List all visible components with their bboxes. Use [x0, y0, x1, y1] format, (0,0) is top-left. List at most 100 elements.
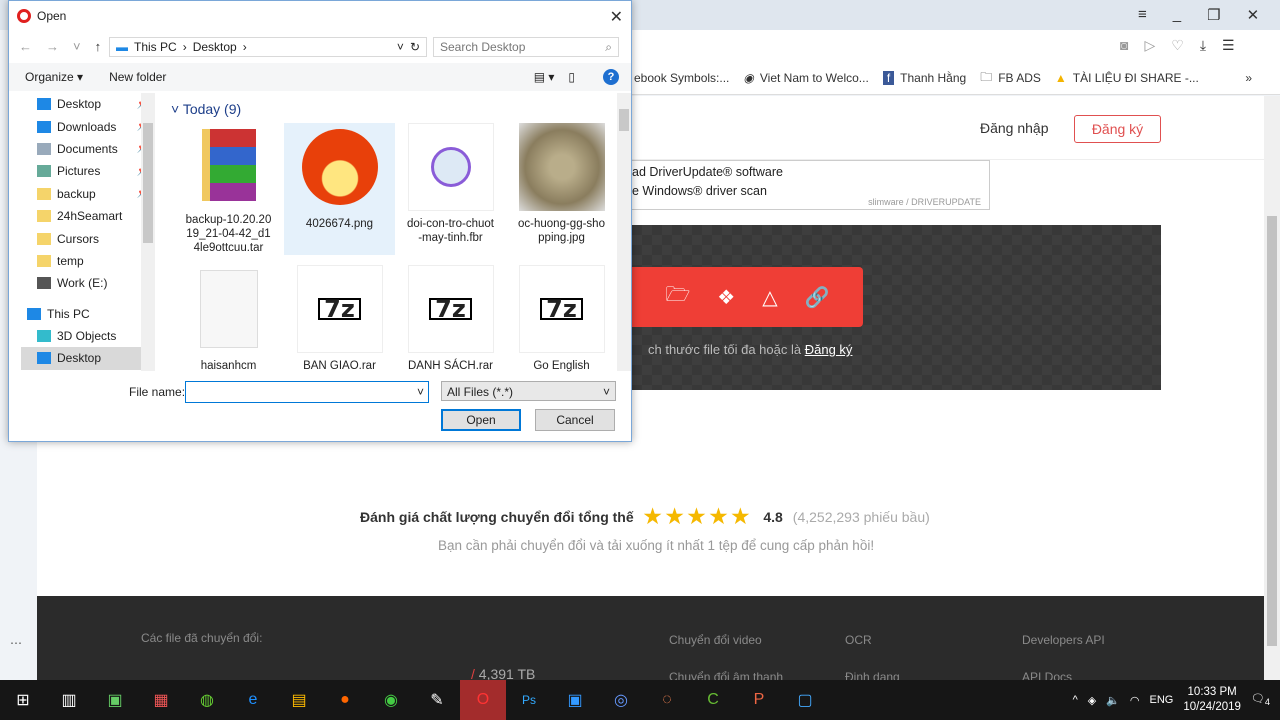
file-item[interactable]: backup-10.20.2019_21-04-42_d14le9ottcuu.…: [173, 123, 284, 255]
footer-link[interactable]: OCR: [845, 633, 872, 647]
wifi-icon[interactable]: ◠: [1130, 694, 1140, 707]
signup-button[interactable]: Đăng ký: [1074, 115, 1161, 143]
opera-icon[interactable]: O: [460, 680, 506, 720]
page-scrollbar[interactable]: [1264, 96, 1280, 680]
new-folder-button[interactable]: New folder: [109, 70, 166, 84]
camtasia-icon[interactable]: C: [690, 680, 736, 720]
file-item[interactable]: 7z Go English: [506, 265, 617, 373]
clock[interactable]: 10:33 PM 10/24/2019: [1183, 685, 1241, 715]
app-icon[interactable]: ▣: [92, 680, 138, 720]
file-scrollbar[interactable]: [617, 93, 631, 371]
volume-icon[interactable]: 🔈: [1106, 694, 1120, 707]
chevron-down-icon[interactable]: ˅: [397, 40, 404, 54]
more-icon[interactable]: ⋯: [10, 636, 22, 650]
file-item[interactable]: 4026674.png: [284, 123, 395, 255]
file-item[interactable]: 7z BAN GIAO.rar: [284, 265, 395, 373]
more-bookmarks[interactable]: »: [1245, 71, 1252, 85]
firefox-icon[interactable]: ●: [322, 680, 368, 720]
file-item[interactable]: 7z DANH SÁCH.rar: [395, 265, 506, 373]
send-icon[interactable]: ▷: [1144, 37, 1155, 54]
language[interactable]: ENG: [1150, 694, 1174, 706]
file-item[interactable]: doi-con-tro-chuot-may-tinh.fbr: [395, 123, 506, 255]
menu-icon[interactable]: ≡: [1138, 6, 1147, 24]
google-drive-icon[interactable]: △: [762, 285, 777, 310]
powerpoint-icon[interactable]: P: [736, 680, 782, 720]
open-button[interactable]: Open: [441, 409, 521, 431]
app-icon[interactable]: ▦: [138, 680, 184, 720]
task-view-icon[interactable]: ▥: [46, 680, 92, 720]
network-icon[interactable]: ◈: [1088, 694, 1096, 707]
cancel-button[interactable]: Cancel: [535, 409, 615, 431]
app-icon[interactable]: ▤: [276, 680, 322, 720]
footer-link[interactable]: Chuyển đổi video: [669, 633, 762, 647]
sidebar-item[interactable]: Pictures📌: [21, 160, 153, 182]
link-icon[interactable]: 🔗: [805, 285, 830, 310]
bookmark[interactable]: ebook Symbols:...: [634, 71, 729, 85]
settings-icon[interactable]: ☰: [1222, 37, 1235, 54]
bookmark[interactable]: f Thanh Hằng: [882, 71, 966, 85]
footer-link[interactable]: Developers API: [1022, 633, 1105, 647]
chevron-down-icon[interactable]: ˅: [73, 39, 81, 54]
edge-icon[interactable]: e: [230, 680, 276, 720]
file-type-select[interactable]: All Files (*.*) ˅: [441, 381, 616, 401]
sidebar-item[interactable]: Desktop: [21, 347, 153, 370]
sidebar-item[interactable]: Work (E:): [21, 272, 153, 294]
folder-search-icon[interactable]: 🗁: [665, 280, 690, 314]
back-icon[interactable]: ←: [19, 39, 32, 54]
view-icon[interactable]: ▤ ▾: [534, 70, 555, 84]
sidebar-item[interactable]: Cursors: [21, 227, 153, 249]
address-bar[interactable]: ▬ This PC › Desktop › ˅ ↻: [109, 37, 427, 57]
devil-image-thumbnail: [297, 123, 383, 211]
bookmark[interactable]: ◉ Viet Nam to Welco...: [743, 71, 868, 85]
close-icon[interactable]: ✕: [610, 7, 623, 27]
bookmark[interactable]: ▲ TÀI LIỆU ĐI SHARE -...: [1055, 71, 1199, 85]
star-rating[interactable]: ★★★★★: [644, 504, 754, 529]
upload-source-button[interactable]: 🗁 ❖ △ 🔗: [632, 267, 863, 327]
sidebar-item[interactable]: temp: [21, 250, 153, 272]
coccoc-icon[interactable]: ◍: [184, 680, 230, 720]
app-icon[interactable]: ▣: [552, 680, 598, 720]
photoshop-icon[interactable]: Ps: [506, 680, 552, 720]
login-link[interactable]: Đăng nhập: [980, 120, 1049, 136]
preview-pane-icon[interactable]: ▯: [568, 70, 575, 84]
heart-icon[interactable]: ♡: [1171, 37, 1184, 54]
sidebar-item[interactable]: Documents📌: [21, 138, 153, 160]
chevron-down-icon[interactable]: ˅: [417, 382, 424, 402]
notification-icon[interactable]: 🗨4: [1251, 692, 1270, 707]
file-name-input[interactable]: ˅: [185, 381, 429, 403]
ad-banner[interactable]: ad DriverUpdate® software e Windows® dri…: [632, 160, 990, 210]
up-icon[interactable]: ↑: [95, 39, 102, 54]
app-icon[interactable]: ▢: [782, 680, 828, 720]
app-icon[interactable]: ✎: [414, 680, 460, 720]
refresh-icon[interactable]: ↻: [410, 40, 426, 54]
sidebar-item[interactable]: Downloads📌: [21, 115, 153, 137]
search-input[interactable]: Search Desktop ⌕: [433, 37, 619, 57]
chevron-up-icon[interactable]: ^: [1073, 694, 1078, 706]
signup-link[interactable]: Đăng ký: [805, 342, 853, 357]
help-icon[interactable]: ?: [603, 69, 619, 85]
bookmark[interactable]: 🗀 FB ADS: [980, 68, 1041, 89]
start-icon[interactable]: ⊞: [0, 680, 46, 720]
chrome-icon[interactable]: ◉: [368, 680, 414, 720]
forward-icon[interactable]: →: [46, 39, 59, 54]
sidebar-item[interactable]: Desktop📌: [21, 93, 153, 115]
download-icon[interactable]: ⤓: [1200, 37, 1206, 54]
close-icon[interactable]: ✕: [1247, 6, 1260, 24]
app-icon[interactable]: ◌: [644, 680, 690, 720]
minimize-icon[interactable]: _: [1173, 6, 1181, 24]
sidebar-item[interactable]: This PC: [21, 303, 153, 325]
organize-button[interactable]: Organize ▾: [25, 70, 83, 84]
sidebar-item[interactable]: 24hSeamart: [21, 205, 153, 227]
sidebar-item[interactable]: 3D Objects: [21, 325, 153, 347]
camera-icon[interactable]: ◙: [1120, 37, 1128, 54]
breadcrumb[interactable]: Desktop: [193, 40, 237, 54]
file-item[interactable]: haisanhcm: [173, 265, 284, 373]
group-header[interactable]: ˅ Today (9): [159, 93, 623, 117]
app-icon[interactable]: ◎: [598, 680, 644, 720]
sidebar-item[interactable]: backup📌: [21, 183, 153, 205]
file-item[interactable]: oc-huong-gg-shopping.jpg: [506, 123, 617, 255]
breadcrumb[interactable]: This PC: [134, 40, 177, 54]
dropbox-icon[interactable]: ❖: [717, 285, 735, 310]
restore-icon[interactable]: ❐: [1207, 6, 1220, 24]
nav-scrollbar[interactable]: [141, 93, 155, 371]
